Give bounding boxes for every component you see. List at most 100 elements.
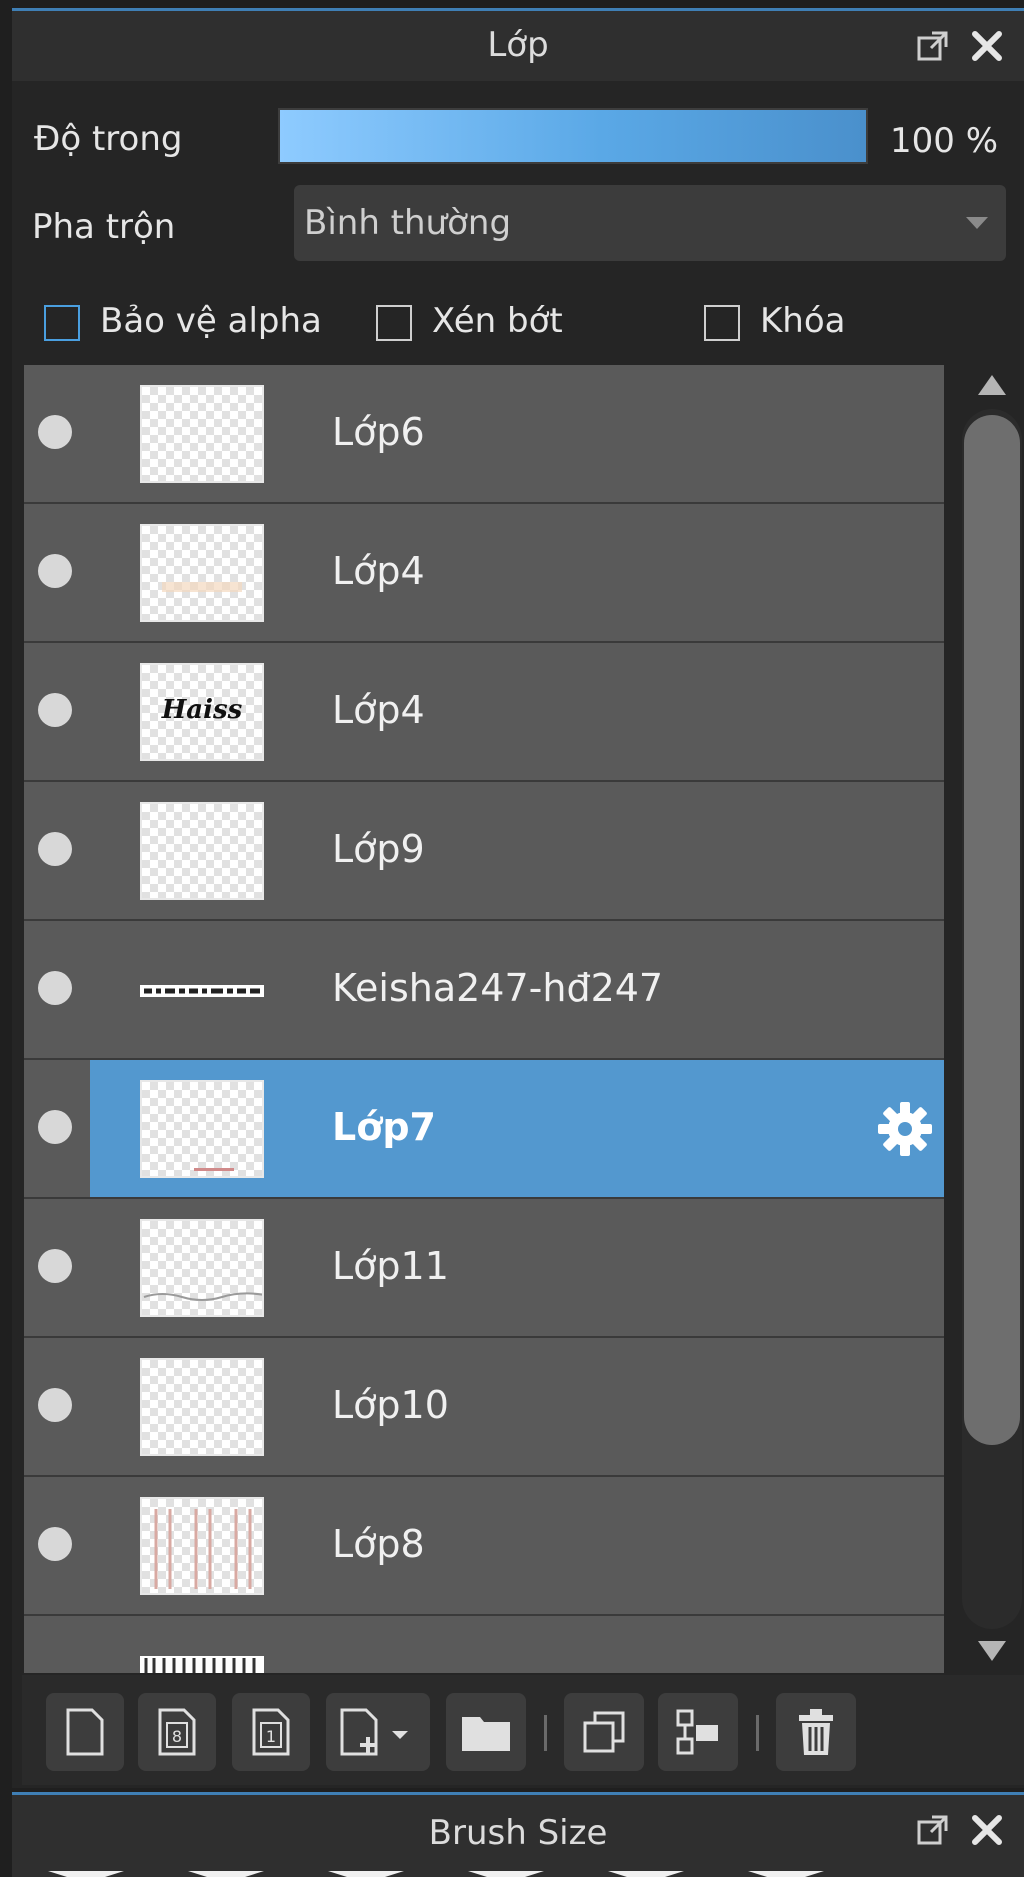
scroll-down-arrow-icon[interactable] [978,1641,1006,1661]
visibility-toggle[interactable] [38,693,72,727]
brush-size-preset[interactable] [608,1871,684,1877]
panel-titlebar[interactable]: Lớp [12,11,1024,81]
layer-row[interactable] [24,1616,944,1673]
visibility-toggle[interactable] [38,1388,72,1422]
layer-row[interactable]: Haiss Lớp4 [24,643,944,780]
visibility-toggle[interactable] [38,832,72,866]
scroll-up-arrow-icon[interactable] [978,375,1006,395]
close-icon[interactable] [970,1813,1004,1847]
toolbar-divider [544,1715,547,1751]
layer-name: Lớp10 [332,1383,449,1427]
layer-row[interactable]: Lớp6 [24,365,944,502]
layer-thumbnail [140,385,264,483]
layer-name: Lớp9 [332,827,425,871]
duplicate-icon [583,1711,625,1753]
layer-thumbnail: Haiss [140,663,264,761]
layer-toolbar: 8 1 [22,1675,1024,1785]
new-8bit-layer-icon: 8 [158,1708,196,1756]
layer-thumbnail [140,524,264,622]
layer-row[interactable]: Lớp8 [24,1477,944,1614]
add-layer-menu-icon [340,1708,408,1756]
layer-name: Lớp11 [332,1244,449,1288]
panel-title: Lớp [487,25,549,65]
layer-row[interactable]: Keisha247-hđ247 [24,921,944,1058]
blend-label: Pha trộn [32,207,176,247]
scrollbar-thumb[interactable] [964,415,1020,1445]
visibility-toggle[interactable] [38,554,72,588]
new-8bit-layer-button[interactable]: 8 [138,1693,216,1771]
brush-size-panel: Brush Size [12,1792,1024,1877]
visibility-toggle[interactable] [38,1110,72,1144]
brush-size-preset[interactable] [328,1871,404,1877]
line-thumbnail [194,1168,234,1171]
folder-icon [462,1717,510,1751]
text-strip-thumbnail [140,1656,264,1673]
new-folder-button[interactable] [446,1693,526,1771]
visibility-toggle[interactable] [38,1249,72,1283]
visibility-toggle[interactable] [38,1527,72,1561]
layer-list-scrollbar[interactable] [960,365,1024,1673]
layer-panel: Lớp Độ trong 100 % Pha trộn Bình thường … [12,8,1024,1788]
layer-thumbnail [140,1358,264,1456]
layer-name: Lớp6 [332,410,425,454]
svg-text:1: 1 [266,1727,276,1746]
layer-name: Keisha247-hđ247 [332,966,664,1010]
layer-row[interactable]: Lớp10 [24,1338,944,1475]
protect-alpha-checkbox[interactable] [44,305,80,341]
visibility-toggle[interactable] [38,971,72,1005]
brush-size-preset[interactable] [188,1871,264,1877]
opacity-slider[interactable] [278,108,868,164]
visibility-toggle[interactable] [38,415,72,449]
text-strip-thumbnail [140,985,264,997]
layer-thumbnail [140,802,264,900]
close-icon[interactable] [970,29,1004,63]
merge-down-button[interactable] [658,1693,738,1771]
delete-layer-button[interactable] [776,1693,856,1771]
clipping-checkbox[interactable] [376,305,412,341]
layer-list[interactable]: Lớp6 Lớp4 Haiss Lớp4 Lớp9 Keisha247-hđ24… [24,365,944,1673]
layer-thumbnail [140,1636,264,1673]
new-1bit-layer-button[interactable]: 1 [232,1693,310,1771]
brush-size-preset[interactable] [468,1871,544,1877]
popout-icon[interactable] [916,1813,950,1847]
opacity-value: 100 % [890,121,999,161]
layer-name: Lớp8 [332,1522,425,1566]
gear-icon[interactable] [874,1098,936,1160]
clipping-label: Xén bớt [432,301,563,341]
layer-row[interactable]: Lớp4 [24,504,944,641]
layer-name: Lớp4 [332,549,425,593]
stripes-thumbnail [154,1509,252,1589]
faint-text-thumbnail [162,582,242,592]
new-layer-button[interactable] [46,1693,124,1771]
brush-size-title: Brush Size [428,1813,608,1853]
blend-mode-select[interactable]: Bình thường [294,185,1006,261]
new-layer-icon [66,1708,104,1756]
blend-mode-value: Bình thường [304,203,512,243]
thumbnail-text: Haiss [161,695,243,725]
toolbar-divider [756,1715,759,1751]
layer-thumbnail [140,941,264,1039]
layer-name: Lớp4 [332,688,425,732]
brush-size-preset[interactable] [48,1871,124,1877]
new-1bit-layer-icon: 1 [252,1708,290,1756]
layer-thumbnail [140,1219,264,1317]
merge-down-icon [676,1709,718,1755]
add-layer-menu-button[interactable] [326,1693,430,1771]
trash-icon [799,1709,833,1755]
popout-icon[interactable] [916,29,950,63]
opacity-slider-fill [280,110,866,162]
lock-checkbox[interactable] [704,305,740,341]
svg-text:8: 8 [172,1727,182,1746]
layer-thumbnail [140,1497,264,1595]
lock-label: Khóa [760,301,846,341]
layer-row[interactable]: Lớp11 [24,1199,944,1336]
protect-alpha-label: Bảo vệ alpha [100,301,322,341]
layer-row[interactable]: Lớp9 [24,782,944,919]
layer-thumbnail [140,1080,264,1178]
layer-row-selected[interactable]: Lớp7 [24,1060,944,1197]
chevron-down-icon [966,217,988,229]
duplicate-layer-button[interactable] [564,1693,644,1771]
layer-name: Lớp7 [332,1105,436,1149]
brush-size-preset[interactable] [748,1871,824,1877]
wave-thumbnail [143,1292,262,1301]
